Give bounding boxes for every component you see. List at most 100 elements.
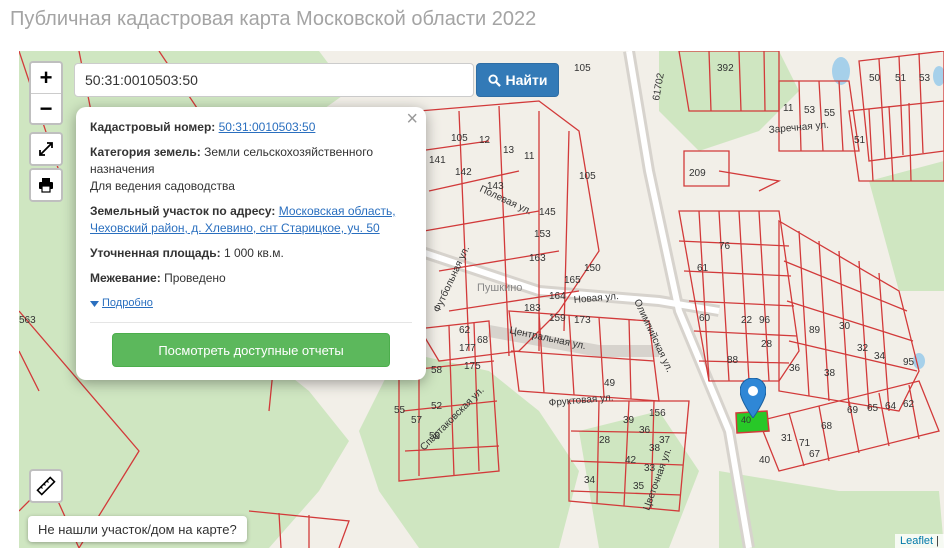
view-reports-button[interactable]: Посмотреть доступные отчеты xyxy=(112,333,390,367)
address-row: Земельный участок по адресу: Московская … xyxy=(90,203,412,237)
parcel-number: 173 xyxy=(574,315,591,326)
details-toggle-label: Подробно xyxy=(102,297,153,309)
details-toggle[interactable]: Подробно xyxy=(90,295,412,312)
parcel-number: 53 xyxy=(919,73,931,84)
street-label-zarechnaya: Заречная ул. xyxy=(768,120,829,136)
parcel-number: 13 xyxy=(503,145,515,156)
expand-icon xyxy=(39,142,53,156)
parcel-number: 88 xyxy=(727,355,739,366)
page-title: Публичная кадастровая карта Московской о… xyxy=(10,8,537,30)
area-label: Уточненная площадь: xyxy=(90,246,221,260)
leaflet-link[interactable]: Leaflet xyxy=(900,535,933,547)
zoom-out-button[interactable]: − xyxy=(31,93,61,123)
cadastral-number-label: Кадастровый номер: xyxy=(90,120,216,134)
parcel-number: 96 xyxy=(759,315,771,326)
fullscreen-button[interactable] xyxy=(31,134,61,164)
map-attribution: Leaflet | xyxy=(895,534,944,548)
ruler-button[interactable] xyxy=(29,469,63,503)
print-button[interactable] xyxy=(31,170,61,200)
parcel-number: 159 xyxy=(549,313,566,324)
zoom-control: + − xyxy=(29,61,63,125)
place-label-pushkino: Пушкино xyxy=(477,282,522,294)
parcel-number: 164 xyxy=(549,291,566,302)
land-category-row: Категория земель: Земли сельскохозяйстве… xyxy=(90,144,412,195)
not-found-button[interactable]: Не нашли участок/дом на карте? xyxy=(28,516,247,542)
parcel-number: 68 xyxy=(821,421,833,432)
parcel-number: 71 xyxy=(799,438,811,449)
parcel-number: 37 xyxy=(659,435,671,446)
parcel-number: 64 xyxy=(885,401,897,412)
survey-value: Проведено xyxy=(164,271,226,285)
parcel-number: 163 xyxy=(529,253,546,264)
parcel-number: 392 xyxy=(717,63,734,74)
parcel-number: 177 xyxy=(459,343,476,354)
parcel-number: 105 xyxy=(574,63,591,74)
parcel-number: 563 xyxy=(19,315,36,326)
area-row: Уточненная площадь: 1 000 кв.м. xyxy=(90,245,412,262)
area-value: 1 000 кв.м. xyxy=(223,246,284,260)
parcel-number: 28 xyxy=(761,339,773,350)
parcel-number: 31 xyxy=(781,433,793,444)
popup-divider xyxy=(90,322,412,323)
parcel-number: 76 xyxy=(719,241,731,252)
search-icon xyxy=(487,73,501,87)
parcel-number: 51 xyxy=(854,135,866,146)
ruler-icon xyxy=(36,476,56,496)
parcel-number: 143 xyxy=(487,181,504,192)
parcel-number: 56 xyxy=(429,431,441,442)
parcel-number: 60 xyxy=(699,313,711,324)
parcel-number: 57 xyxy=(411,415,423,426)
land-category-label: Категория земель: xyxy=(90,145,201,159)
parcel-number: 11 xyxy=(524,151,535,162)
parcel-number: 61 xyxy=(697,263,709,274)
parcel-number: 68 xyxy=(477,335,489,346)
parcel-number: 22 xyxy=(741,315,753,326)
parcel-number: 183 xyxy=(524,303,541,314)
parcel-number: 33 xyxy=(644,463,656,474)
close-icon[interactable]: × xyxy=(406,109,418,129)
parcel-number: 53 xyxy=(804,105,816,116)
parcel-number: 69 xyxy=(847,405,859,416)
parcel-number: 42 xyxy=(625,455,637,466)
street-label-fruktovaya: Фруктовая ул. xyxy=(548,392,614,409)
parcel-number: 51 xyxy=(895,73,907,84)
attribution-separator: | xyxy=(933,535,939,547)
printer-icon xyxy=(39,178,53,193)
street-label-olimpiyskaya: Олимпийская ул. xyxy=(631,298,674,375)
parcel-number: 32 xyxy=(857,343,869,354)
land-usage-value: Для ведения садоводства xyxy=(90,179,235,193)
parcel-number: 145 xyxy=(539,207,556,218)
address-label: Земельный участок по адресу: xyxy=(90,204,276,218)
cadastral-map[interactable]: Заречная ул. Полевая ул. Футбольная ул. … xyxy=(19,51,944,548)
parcel-number: 50 xyxy=(869,73,881,84)
search-button-label: Найти xyxy=(505,72,548,88)
parcel-number: 36 xyxy=(789,363,801,374)
parcel-number: 30 xyxy=(839,321,851,332)
fullscreen-control xyxy=(29,132,63,166)
parcel-number: 40 xyxy=(759,455,771,466)
parcel-number: 38 xyxy=(649,443,661,454)
parcel-number: 49 xyxy=(604,378,616,389)
parcel-number: 12 xyxy=(479,135,491,146)
parcel-number: 67 xyxy=(809,449,821,460)
parcel-number: 141 xyxy=(429,155,446,166)
parcel-number: 62 xyxy=(903,399,915,410)
parcel-number: 28 xyxy=(599,435,611,446)
cadastral-number-row: Кадастровый номер: 50:31:0010503:50 xyxy=(90,119,412,136)
parcel-number: 95 xyxy=(903,357,915,368)
map-marker-icon[interactable] xyxy=(740,378,766,418)
zoom-in-button[interactable]: + xyxy=(31,63,61,93)
search-button[interactable]: Найти xyxy=(476,63,559,97)
parcel-number: 52 xyxy=(431,401,443,412)
parcel-number: 150 xyxy=(584,263,601,274)
cadastral-search-input[interactable] xyxy=(74,63,474,97)
caret-down-icon xyxy=(90,300,99,307)
survey-row: Межевание: Проведено xyxy=(90,270,412,287)
parcel-number: 55 xyxy=(394,405,406,416)
parcel-number: 156 xyxy=(649,408,666,419)
parcel-number: 105 xyxy=(579,171,596,182)
parcel-number: 58 xyxy=(431,365,443,376)
cadastral-number-link[interactable]: 50:31:0010503:50 xyxy=(219,120,316,134)
survey-label: Межевание: xyxy=(90,271,161,285)
parcel-number: 142 xyxy=(455,167,472,178)
